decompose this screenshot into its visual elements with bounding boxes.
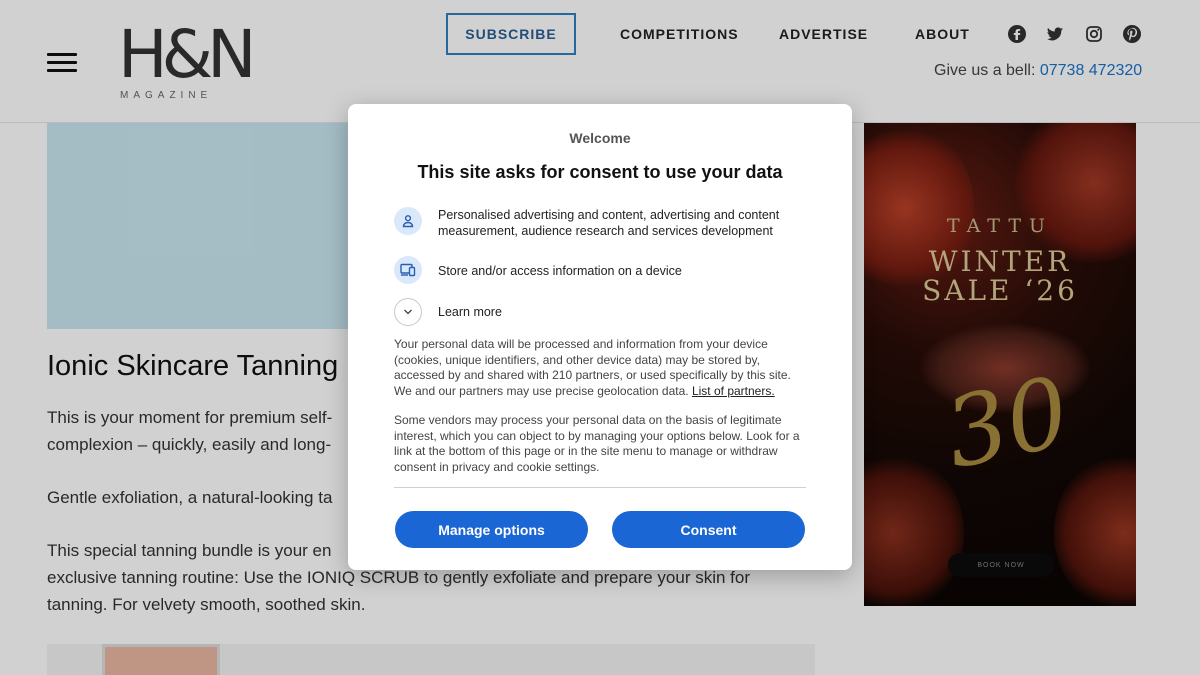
learn-more-toggle[interactable]: Learn more [438, 304, 808, 320]
manage-options-button[interactable]: Manage options [395, 511, 588, 548]
dialog-title: This site asks for consent to use your d… [417, 162, 783, 182]
purpose-personalised-ads: Personalised advertising and content, ad… [438, 208, 780, 238]
dialog-welcome: Welcome [569, 130, 631, 146]
list-of-partners-link[interactable]: List of partners. [692, 384, 775, 398]
purpose-device-storage: Store and/or access information on a dev… [438, 264, 682, 278]
device-icon [394, 256, 422, 284]
person-icon [394, 207, 422, 235]
consent-body-text: Your personal data will be processed and… [394, 337, 808, 400]
chevron-down-icon[interactable] [394, 298, 422, 326]
consent-legitimate-interest-text: Some vendors may process your personal d… [394, 413, 800, 475]
consent-button[interactable]: Consent [612, 511, 805, 548]
divider [394, 487, 806, 488]
consent-dialog: Welcome This site asks for consent to us… [348, 104, 852, 570]
